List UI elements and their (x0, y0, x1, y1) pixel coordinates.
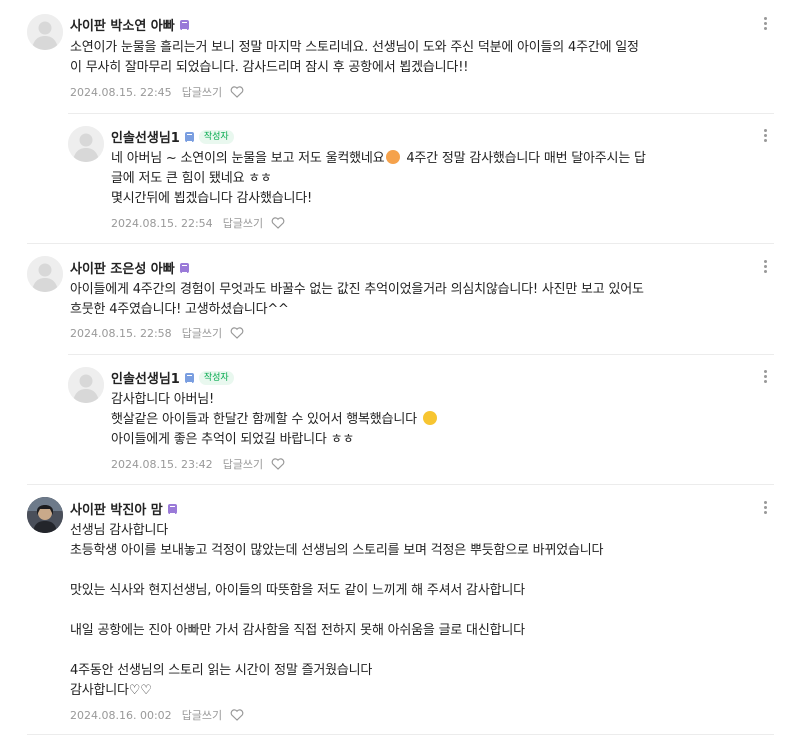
crying-face-icon (386, 150, 401, 164)
comment-date: 2024.08.16. 00:02 (70, 708, 172, 722)
comment-meta: 2024.08.15. 22:45 답글쓰기 (70, 84, 244, 100)
heart-outline-icon[interactable] (271, 458, 285, 470)
comment-text: 소연이가 눈물을 흘리는거 보니 정말 마지막 스토리네요. 선생님이 도와 주… (70, 40, 639, 75)
reply-button[interactable]: 답글쓰기 (182, 84, 222, 100)
comment-text: 감사합니다 아버님! 햇살같은 아이들과 한달간 함께할 수 있어서 행복했습니… (111, 390, 439, 450)
author-name[interactable]: 사이판 조은성 아빠 (70, 258, 175, 277)
comment-meta: 2024.08.16. 00:02 답글쓰기 (70, 707, 244, 723)
reply-button[interactable]: 답글쓰기 (182, 325, 222, 341)
comment-header: 인솔선생님1 작성자 (111, 127, 234, 146)
heart-outline-icon[interactable] (230, 86, 244, 98)
comment-header: 사이판 박소연 아빠 (70, 15, 189, 34)
comment-date: 2024.08.15. 23:42 (111, 457, 213, 471)
member-level-icon (179, 19, 189, 30)
member-level-icon (179, 262, 189, 273)
comment-text: 아이들에게 4주간의 경험이 무엇과도 바꿀수 없는 값진 추억이었을거라 의심… (70, 282, 644, 317)
profile-photo-avatar[interactable] (27, 497, 63, 533)
comment-header: 인솔선생님1 작성자 (111, 368, 234, 387)
divider (68, 113, 774, 114)
writer-badge: 작성자 (198, 370, 234, 385)
default-avatar-icon[interactable] (27, 14, 63, 50)
member-level-icon (184, 372, 194, 383)
default-avatar-icon[interactable] (68, 367, 104, 403)
more-vertical-icon[interactable] (757, 499, 773, 515)
smiling-face-icon (422, 411, 437, 425)
heart-outline-icon[interactable] (230, 327, 244, 339)
member-level-icon (167, 503, 177, 514)
comment-header: 사이판 조은성 아빠 (70, 258, 189, 277)
comment-text: 네 아버님 ~ 소연이의 눈물을 보고 저도 울컥했네요 4주간 정말 감사했습… (111, 150, 646, 206)
author-name[interactable]: 사이판 박소연 아빠 (70, 15, 175, 34)
author-name[interactable]: 사이판 박진아 맘 (70, 499, 163, 518)
more-vertical-icon[interactable] (757, 127, 773, 143)
comment-text: 선생님 감사합니다 초등학생 아이를 보내놓고 걱정이 많았는데 선생님의 스토… (70, 523, 604, 698)
divider (27, 484, 774, 485)
divider (27, 734, 774, 735)
default-avatar-icon[interactable] (27, 256, 63, 292)
reply-button[interactable]: 답글쓰기 (223, 215, 263, 231)
comment-header: 사이판 박진아 맘 (70, 499, 177, 518)
comment-date: 2024.08.15. 22:58 (70, 326, 172, 340)
comment-date: 2024.08.15. 22:45 (70, 85, 172, 99)
author-name[interactable]: 인솔선생님1 (111, 368, 180, 387)
comment-meta: 2024.08.15. 22:58 답글쓰기 (70, 325, 244, 341)
more-vertical-icon[interactable] (757, 368, 773, 384)
default-avatar-icon[interactable] (68, 126, 104, 162)
divider (68, 354, 774, 355)
comment-date: 2024.08.15. 22:54 (111, 216, 213, 230)
more-vertical-icon[interactable] (757, 15, 773, 31)
heart-outline-icon[interactable] (271, 217, 285, 229)
reply-button[interactable]: 답글쓰기 (223, 456, 263, 472)
author-name[interactable]: 인솔선생님1 (111, 127, 180, 146)
more-vertical-icon[interactable] (757, 258, 773, 274)
comment-meta: 2024.08.15. 22:54 답글쓰기 (111, 215, 285, 231)
reply-button[interactable]: 답글쓰기 (182, 707, 222, 723)
divider (27, 243, 774, 244)
member-level-icon (184, 131, 194, 142)
writer-badge: 작성자 (198, 129, 234, 144)
comment-meta: 2024.08.15. 23:42 답글쓰기 (111, 456, 285, 472)
heart-outline-icon[interactable] (230, 709, 244, 721)
